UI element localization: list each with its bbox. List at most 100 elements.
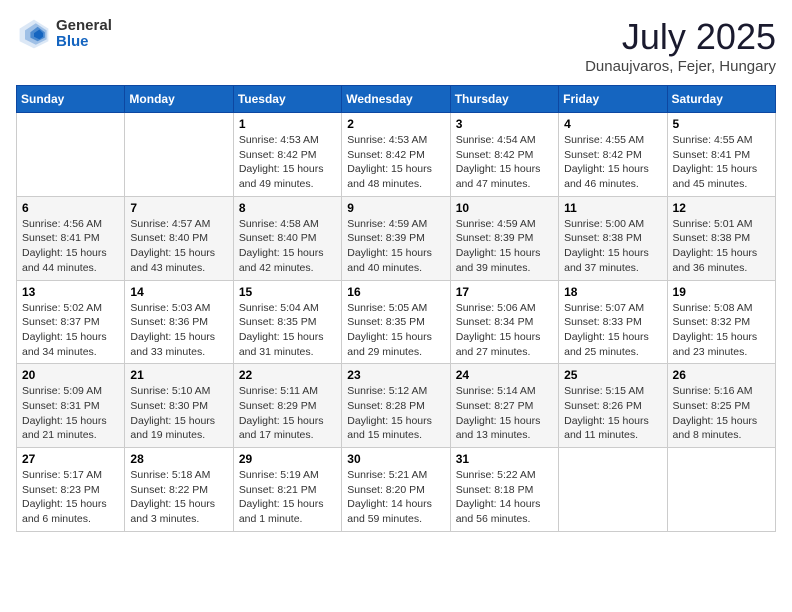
- day-info: Sunrise: 5:08 AM Sunset: 8:32 PM Dayligh…: [673, 301, 770, 360]
- title-block: July 2025 Dunaujvaros, Fejer, Hungary: [585, 16, 776, 75]
- calendar-cell: 28Sunrise: 5:18 AM Sunset: 8:22 PM Dayli…: [125, 448, 233, 532]
- calendar-cell: 3 Sunrise: 4:54 AM Sunset: 8:42 PM Daylig…: [450, 113, 558, 197]
- logo-text: General Blue: [56, 18, 112, 51]
- day-info: Sunrise: 5:17 AM Sunset: 8:23 PM Dayligh…: [22, 468, 119, 527]
- calendar-cell: 22Sunrise: 5:11 AM Sunset: 8:29 PM Dayli…: [233, 364, 341, 448]
- day-number: 10: [456, 201, 553, 215]
- day-info: Sunrise: 4:53 AM Sunset: 8:42 PM Dayligh…: [239, 133, 336, 192]
- calendar-cell: 15 Sunrise: 5:04 AM Sunset: 8:35 PM Dayli…: [233, 280, 341, 364]
- calendar-cell: 10 Sunrise: 4:59 AM Sunset: 8:39 PM Dayli…: [450, 196, 558, 280]
- day-number: 21: [130, 368, 227, 382]
- day-info: Sunrise: 5:00 AM Sunset: 8:38 PM Dayligh…: [564, 217, 661, 276]
- calendar-cell: 19 Sunrise: 5:08 AM Sunset: 8:32 PM Dayli…: [667, 280, 775, 364]
- logo-general: General: [56, 18, 112, 35]
- day-info: Sunrise: 5:22 AM Sunset: 8:18 PM Dayligh…: [456, 468, 553, 527]
- calendar-cell: 2Sunrise: 4:53 AM Sunset: 8:42 PM Daylig…: [342, 113, 450, 197]
- day-number: 23: [347, 368, 444, 382]
- calendar-week-3: 13 Sunrise: 5:02 AM Sunset: 8:37 PM Dayli…: [17, 280, 776, 364]
- day-of-week-monday: Monday: [125, 86, 233, 113]
- day-info: Sunrise: 4:54 AM Sunset: 8:42 PM Dayligh…: [456, 133, 553, 192]
- calendar-cell: 29 Sunrise: 5:19 AM Sunset: 8:21 PM Dayli…: [233, 448, 341, 532]
- day-number: 8: [239, 201, 336, 215]
- logo: General Blue: [16, 16, 112, 52]
- day-number: 1: [239, 117, 336, 131]
- location-subtitle: Dunaujvaros, Fejer, Hungary: [585, 58, 776, 75]
- day-number: 20: [22, 368, 119, 382]
- day-number: 14: [130, 285, 227, 299]
- day-of-week-sunday: Sunday: [17, 86, 125, 113]
- day-info: Sunrise: 5:03 AM Sunset: 8:36 PM Dayligh…: [130, 301, 227, 360]
- day-number: 12: [673, 201, 770, 215]
- day-info: Sunrise: 4:55 AM Sunset: 8:42 PM Dayligh…: [564, 133, 661, 192]
- day-info: Sunrise: 5:10 AM Sunset: 8:30 PM Dayligh…: [130, 384, 227, 443]
- day-info: Sunrise: 5:21 AM Sunset: 8:20 PM Dayligh…: [347, 468, 444, 527]
- logo-blue: Blue: [56, 34, 112, 51]
- calendar-cell: 6Sunrise: 4:56 AM Sunset: 8:41 PM Daylig…: [17, 196, 125, 280]
- calendar-week-2: 6Sunrise: 4:56 AM Sunset: 8:41 PM Daylig…: [17, 196, 776, 280]
- day-number: 30: [347, 452, 444, 466]
- calendar-week-4: 20 Sunrise: 5:09 AM Sunset: 8:31 PM Dayli…: [17, 364, 776, 448]
- day-info: Sunrise: 4:58 AM Sunset: 8:40 PM Dayligh…: [239, 217, 336, 276]
- day-number: 24: [456, 368, 553, 382]
- day-number: 5: [673, 117, 770, 131]
- day-info: Sunrise: 5:07 AM Sunset: 8:33 PM Dayligh…: [564, 301, 661, 360]
- calendar-cell: [559, 448, 667, 532]
- day-number: 25: [564, 368, 661, 382]
- calendar-cell: 17Sunrise: 5:06 AM Sunset: 8:34 PM Dayli…: [450, 280, 558, 364]
- day-info: Sunrise: 5:14 AM Sunset: 8:27 PM Dayligh…: [456, 384, 553, 443]
- calendar-cell: 23 Sunrise: 5:12 AM Sunset: 8:28 PM Dayli…: [342, 364, 450, 448]
- calendar-cell: 20 Sunrise: 5:09 AM Sunset: 8:31 PM Dayli…: [17, 364, 125, 448]
- day-number: 29: [239, 452, 336, 466]
- calendar-cell: 30 Sunrise: 5:21 AM Sunset: 8:20 PM Dayli…: [342, 448, 450, 532]
- day-number: 18: [564, 285, 661, 299]
- day-of-week-wednesday: Wednesday: [342, 86, 450, 113]
- day-info: Sunrise: 4:53 AM Sunset: 8:42 PM Dayligh…: [347, 133, 444, 192]
- day-number: 31: [456, 452, 553, 466]
- day-number: 16: [347, 285, 444, 299]
- day-of-week-saturday: Saturday: [667, 86, 775, 113]
- calendar-cell: 4Sunrise: 4:55 AM Sunset: 8:42 PM Daylig…: [559, 113, 667, 197]
- calendar-cell: 26 Sunrise: 5:16 AM Sunset: 8:25 PM Dayli…: [667, 364, 775, 448]
- day-number: 13: [22, 285, 119, 299]
- day-info: Sunrise: 5:12 AM Sunset: 8:28 PM Dayligh…: [347, 384, 444, 443]
- day-number: 15: [239, 285, 336, 299]
- day-info: Sunrise: 5:02 AM Sunset: 8:37 PM Dayligh…: [22, 301, 119, 360]
- calendar-cell: 24 Sunrise: 5:14 AM Sunset: 8:27 PM Dayli…: [450, 364, 558, 448]
- calendar-cell: 21 Sunrise: 5:10 AM Sunset: 8:30 PM Dayli…: [125, 364, 233, 448]
- day-info: Sunrise: 4:59 AM Sunset: 8:39 PM Dayligh…: [456, 217, 553, 276]
- day-info: Sunrise: 5:04 AM Sunset: 8:35 PM Dayligh…: [239, 301, 336, 360]
- calendar-cell: 9 Sunrise: 4:59 AM Sunset: 8:39 PM Daylig…: [342, 196, 450, 280]
- calendar-cell: 5 Sunrise: 4:55 AM Sunset: 8:41 PM Daylig…: [667, 113, 775, 197]
- day-number: 9: [347, 201, 444, 215]
- calendar-week-1: 1 Sunrise: 4:53 AM Sunset: 8:42 PM Daylig…: [17, 113, 776, 197]
- calendar-header: SundayMondayTuesdayWednesdayThursdayFrid…: [17, 86, 776, 113]
- day-info: Sunrise: 4:55 AM Sunset: 8:41 PM Dayligh…: [673, 133, 770, 192]
- day-number: 11: [564, 201, 661, 215]
- calendar-cell: 11 Sunrise: 5:00 AM Sunset: 8:38 PM Dayli…: [559, 196, 667, 280]
- calendar-cell: 1 Sunrise: 4:53 AM Sunset: 8:42 PM Daylig…: [233, 113, 341, 197]
- calendar-cell: 18 Sunrise: 5:07 AM Sunset: 8:33 PM Dayli…: [559, 280, 667, 364]
- day-number: 26: [673, 368, 770, 382]
- day-info: Sunrise: 5:06 AM Sunset: 8:34 PM Dayligh…: [456, 301, 553, 360]
- calendar-cell: 16Sunrise: 5:05 AM Sunset: 8:35 PM Dayli…: [342, 280, 450, 364]
- day-of-week-tuesday: Tuesday: [233, 86, 341, 113]
- calendar-cell: 7Sunrise: 4:57 AM Sunset: 8:40 PM Daylig…: [125, 196, 233, 280]
- page-header: General Blue July 2025 Dunaujvaros, Feje…: [16, 16, 776, 75]
- day-info: Sunrise: 5:16 AM Sunset: 8:25 PM Dayligh…: [673, 384, 770, 443]
- calendar-week-5: 27Sunrise: 5:17 AM Sunset: 8:23 PM Dayli…: [17, 448, 776, 532]
- calendar-cell: 27Sunrise: 5:17 AM Sunset: 8:23 PM Dayli…: [17, 448, 125, 532]
- day-info: Sunrise: 5:09 AM Sunset: 8:31 PM Dayligh…: [22, 384, 119, 443]
- day-of-week-thursday: Thursday: [450, 86, 558, 113]
- calendar-cell: 14 Sunrise: 5:03 AM Sunset: 8:36 PM Dayli…: [125, 280, 233, 364]
- day-number: 7: [130, 201, 227, 215]
- calendar-cell: 8 Sunrise: 4:58 AM Sunset: 8:40 PM Daylig…: [233, 196, 341, 280]
- day-info: Sunrise: 4:59 AM Sunset: 8:39 PM Dayligh…: [347, 217, 444, 276]
- calendar-body: 1 Sunrise: 4:53 AM Sunset: 8:42 PM Daylig…: [17, 113, 776, 532]
- calendar-cell: 25 Sunrise: 5:15 AM Sunset: 8:26 PM Dayli…: [559, 364, 667, 448]
- day-number: 19: [673, 285, 770, 299]
- day-number: 3: [456, 117, 553, 131]
- day-info: Sunrise: 5:15 AM Sunset: 8:26 PM Dayligh…: [564, 384, 661, 443]
- calendar-table: SundayMondayTuesdayWednesdayThursdayFrid…: [16, 85, 776, 532]
- day-info: Sunrise: 5:19 AM Sunset: 8:21 PM Dayligh…: [239, 468, 336, 527]
- day-info: Sunrise: 4:56 AM Sunset: 8:41 PM Dayligh…: [22, 217, 119, 276]
